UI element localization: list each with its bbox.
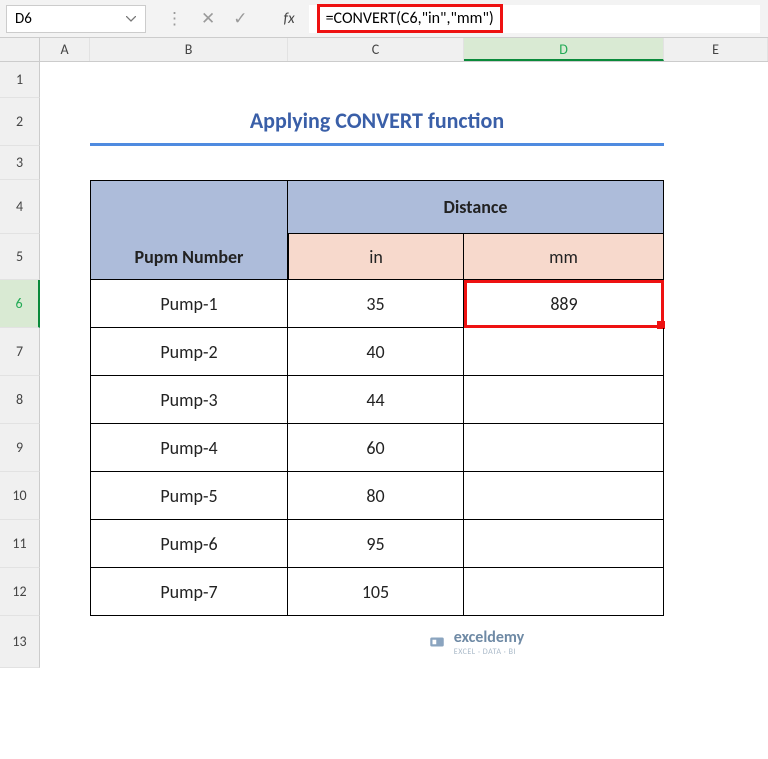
cancel-icon[interactable]: ✕ xyxy=(201,8,215,29)
cell-d3[interactable] xyxy=(464,146,664,180)
cell-c1[interactable] xyxy=(288,62,464,98)
row-header-7[interactable]: 7 xyxy=(0,328,40,376)
cell-d6[interactable]: 889 xyxy=(464,280,664,328)
name-box[interactable]: D6 xyxy=(6,5,146,33)
cell-b10[interactable]: Pump-5 xyxy=(90,472,288,520)
cell-c10[interactable]: 80 xyxy=(288,472,464,520)
cell-d12[interactable] xyxy=(464,568,664,616)
row-header-4[interactable]: 4 xyxy=(0,180,40,234)
row-header-9[interactable]: 9 xyxy=(0,424,40,472)
row-header-12[interactable]: 12 xyxy=(0,568,40,616)
name-box-value: D6 xyxy=(15,10,32,28)
cell-e12[interactable] xyxy=(664,568,768,616)
cell-c6[interactable]: 35 xyxy=(288,280,464,328)
cell-b13[interactable] xyxy=(90,616,288,668)
cell-d8[interactable] xyxy=(464,376,664,424)
cell-a12[interactable] xyxy=(40,568,90,616)
accept-icon[interactable]: ✓ xyxy=(233,8,247,29)
cell-e8[interactable] xyxy=(664,376,768,424)
cell-e1[interactable] xyxy=(664,62,768,98)
cell-a2[interactable] xyxy=(40,98,90,146)
col-header-a[interactable]: A xyxy=(40,38,90,61)
spreadsheet-grid: 1 2 Applying CONVERT function 3 4 Distan… xyxy=(0,62,768,668)
row-header-10[interactable]: 10 xyxy=(0,472,40,520)
cell-d9[interactable] xyxy=(464,424,664,472)
header-pump-number-span[interactable]: Pupm Number xyxy=(90,234,288,280)
cell-b6[interactable]: Pump-1 xyxy=(90,280,288,328)
column-headers: A B C D E xyxy=(0,38,768,62)
cell-b9[interactable]: Pump-4 xyxy=(90,424,288,472)
cell-a7[interactable] xyxy=(40,328,90,376)
formula-bar-controls: ⋮ ✕ ✓ fx xyxy=(166,8,295,29)
watermark-brand: exceldemy xyxy=(454,628,524,647)
formula-input[interactable]: =CONVERT(C6,"in","mm") xyxy=(309,5,760,33)
header-in[interactable]: in xyxy=(288,234,464,280)
cell-e11[interactable] xyxy=(664,520,768,568)
cell-d7[interactable] xyxy=(464,328,664,376)
cell-c12[interactable]: 105 xyxy=(288,568,464,616)
cell-c9[interactable]: 60 xyxy=(288,424,464,472)
cell-a9[interactable] xyxy=(40,424,90,472)
cell-a10[interactable] xyxy=(40,472,90,520)
cell-e2[interactable] xyxy=(664,98,768,146)
row-header-11[interactable]: 11 xyxy=(0,520,40,568)
cell-e5[interactable] xyxy=(664,234,768,280)
dots-icon: ⋮ xyxy=(166,8,183,29)
cell-b3[interactable] xyxy=(90,146,288,180)
row-header-13[interactable]: 13 xyxy=(0,616,40,668)
cell-d1[interactable] xyxy=(464,62,664,98)
cell-c3[interactable] xyxy=(288,146,464,180)
row-header-6[interactable]: 6 xyxy=(0,280,40,328)
cell-e6[interactable] xyxy=(664,280,768,328)
cell-c11[interactable]: 95 xyxy=(288,520,464,568)
cell-a13[interactable] xyxy=(40,616,90,668)
cell-b7[interactable]: Pump-2 xyxy=(90,328,288,376)
chevron-down-icon[interactable] xyxy=(125,13,137,25)
cell-e13[interactable] xyxy=(664,616,768,668)
fx-icon[interactable]: fx xyxy=(284,10,295,28)
cell-e4[interactable] xyxy=(664,180,768,234)
cell-a5[interactable] xyxy=(40,234,90,280)
row-header-2[interactable]: 2 xyxy=(0,98,40,146)
cell-b8[interactable]: Pump-3 xyxy=(90,376,288,424)
cell-d6-value: 889 xyxy=(550,293,577,315)
logo-icon xyxy=(428,633,446,651)
cell-a1[interactable] xyxy=(40,62,90,98)
header-pump-number[interactable] xyxy=(90,180,288,234)
cell-a8[interactable] xyxy=(40,376,90,424)
cell-c7[interactable]: 40 xyxy=(288,328,464,376)
col-header-b[interactable]: B xyxy=(90,38,288,61)
select-all-corner[interactable] xyxy=(0,38,40,61)
header-mm[interactable]: mm xyxy=(464,234,664,280)
cell-a3[interactable] xyxy=(40,146,90,180)
cell-e10[interactable] xyxy=(664,472,768,520)
cell-d10[interactable] xyxy=(464,472,664,520)
watermark-tag: EXCEL · DATA · BI xyxy=(454,647,524,657)
formula-bar: D6 ⋮ ✕ ✓ fx =CONVERT(C6,"in","mm") xyxy=(0,0,768,38)
cell-a11[interactable] xyxy=(40,520,90,568)
row-header-5[interactable]: 5 xyxy=(0,234,40,280)
col-header-e[interactable]: E xyxy=(664,38,768,61)
cell-b11[interactable]: Pump-6 xyxy=(90,520,288,568)
row-header-3[interactable]: 3 xyxy=(0,146,40,180)
cell-a6[interactable] xyxy=(40,280,90,328)
col-header-c[interactable]: C xyxy=(288,38,464,61)
cell-e3[interactable] xyxy=(664,146,768,180)
cell-e7[interactable] xyxy=(664,328,768,376)
sheet-title[interactable]: Applying CONVERT function xyxy=(90,98,664,146)
cell-c8[interactable]: 44 xyxy=(288,376,464,424)
cell-b12[interactable]: Pump-7 xyxy=(90,568,288,616)
header-distance[interactable]: Distance xyxy=(288,180,664,234)
row-header-8[interactable]: 8 xyxy=(0,376,40,424)
formula-text: =CONVERT(C6,"in","mm") xyxy=(317,4,503,33)
cell-d11[interactable] xyxy=(464,520,664,568)
cell-e9[interactable] xyxy=(664,424,768,472)
row-header-1[interactable]: 1 xyxy=(0,62,40,98)
cell-a4[interactable] xyxy=(40,180,90,234)
cell-b1[interactable] xyxy=(90,62,288,98)
col-header-d[interactable]: D xyxy=(464,38,664,61)
watermark: exceldemy EXCEL · DATA · BI xyxy=(288,616,664,668)
